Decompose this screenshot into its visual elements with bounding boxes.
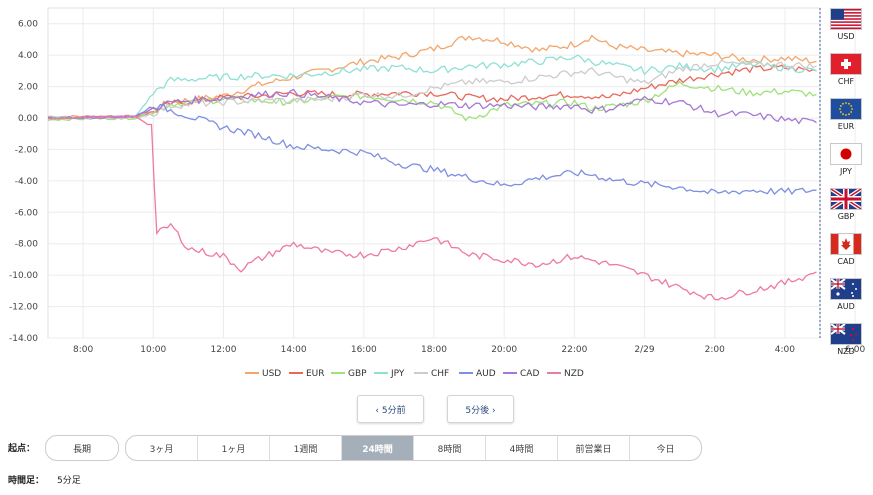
flag-label: CHF	[837, 77, 855, 86]
flag-label: EUR	[837, 122, 855, 131]
x-tick-label: 18:00	[421, 345, 447, 355]
y-tick-label: -2.00	[15, 145, 39, 155]
chart-legend: USD EUR GBP JPY CHF AUD CAD NZD	[245, 369, 584, 379]
period-option[interactable]: 今日	[630, 436, 701, 460]
y-tick-label: 6.00	[18, 20, 38, 30]
legend-label-usd: USD	[262, 369, 281, 379]
x-tick-label: 20:00	[491, 345, 517, 355]
legend-label-chf: CHF	[431, 369, 449, 379]
y-tick-label: -4.00	[15, 177, 39, 187]
y-tick-label: -10.00	[9, 271, 38, 281]
flag-eur[interactable]: EUR	[830, 98, 862, 131]
flag-aud-icon	[830, 278, 862, 300]
flag-usd[interactable]: USD	[830, 8, 862, 41]
legend-label-eur: EUR	[306, 369, 325, 379]
currency-strength-chart: 6.00 4.00 2.00 0.00 -2.00 -4.00 -6.00 -8.00 -10.…	[9, 7, 865, 379]
flag-nzd-icon	[830, 323, 862, 345]
period-option[interactable]: 前営業日	[558, 436, 630, 460]
x-tick-label: 14:00	[281, 345, 307, 355]
flag-label: GBP	[837, 212, 855, 221]
x-tick-label: 22:00	[561, 345, 587, 355]
x-tick-label: 8:00	[73, 345, 93, 355]
period-option[interactable]: 8時間	[414, 436, 486, 460]
y-tick-label: 4.00	[18, 51, 38, 61]
x-tick-label: 12:00	[210, 345, 236, 355]
timeframe-value: 5分足	[57, 476, 81, 486]
x-tick-label: 2:00	[705, 345, 725, 355]
flag-aud[interactable]: AUD	[830, 278, 862, 311]
flag-nzd[interactable]: NZD	[830, 323, 862, 356]
flag-label: NZD	[837, 347, 855, 356]
x-tick-label: 10:00	[140, 345, 166, 355]
y-tick-label: -14.00	[9, 334, 38, 344]
flag-eur-icon	[830, 98, 862, 120]
flag-cad-icon	[830, 233, 862, 255]
period-option[interactable]: 3ヶ月	[126, 436, 198, 460]
flag-label: USD	[837, 32, 855, 41]
flag-label: AUD	[837, 302, 855, 311]
period-option[interactable]: 4時間	[486, 436, 558, 460]
period-option[interactable]: 1週間	[270, 436, 342, 460]
period-selector: 3ヶ月 1ヶ月 1週間 24時間 8時間 4時間 前営業日 今日	[125, 435, 702, 461]
legend-label-jpy: JPY	[390, 369, 405, 379]
flag-gbp-icon	[830, 188, 862, 210]
y-tick-label: 2.00	[18, 83, 38, 93]
long-term-button[interactable]: 長期	[45, 435, 119, 461]
legend-label-nzd: NZD	[564, 369, 584, 379]
y-tick-label: 0.00	[18, 114, 38, 124]
period-option[interactable]: 1ヶ月	[198, 436, 270, 460]
y-tick-label: -12.00	[9, 303, 38, 313]
x-tick-label: 4:00	[775, 345, 795, 355]
start-point-label: 起点：	[8, 444, 36, 454]
prev-5min-button[interactable]: ‹ 5分前	[357, 395, 424, 423]
chart-grid	[47, 7, 856, 339]
flag-gbp[interactable]: GBP	[830, 188, 862, 221]
flag-jpy-icon	[830, 143, 862, 165]
flag-label: JPY	[840, 167, 852, 176]
flag-label: CAD	[837, 257, 855, 266]
legend-label-aud: AUD	[476, 369, 496, 379]
period-option[interactable]: 24時間	[342, 436, 414, 460]
y-tick-label: -8.00	[15, 240, 39, 250]
y-tick-label: -6.00	[15, 208, 39, 218]
x-tick-label: 16:00	[351, 345, 377, 355]
flag-usd-icon	[830, 8, 862, 30]
x-tick-label: 2/29	[634, 345, 654, 355]
flag-cad[interactable]: CAD	[830, 233, 862, 266]
next-5min-button[interactable]: 5分後 ›	[447, 395, 514, 423]
legend-label-gbp: GBP	[348, 369, 367, 379]
flag-jpy[interactable]: JPY	[830, 143, 862, 176]
legend-label-cad: CAD	[520, 369, 539, 379]
timeframe-label: 時間足：	[8, 476, 45, 486]
flag-chf-icon	[830, 53, 862, 75]
flag-chf[interactable]: CHF	[830, 53, 862, 86]
